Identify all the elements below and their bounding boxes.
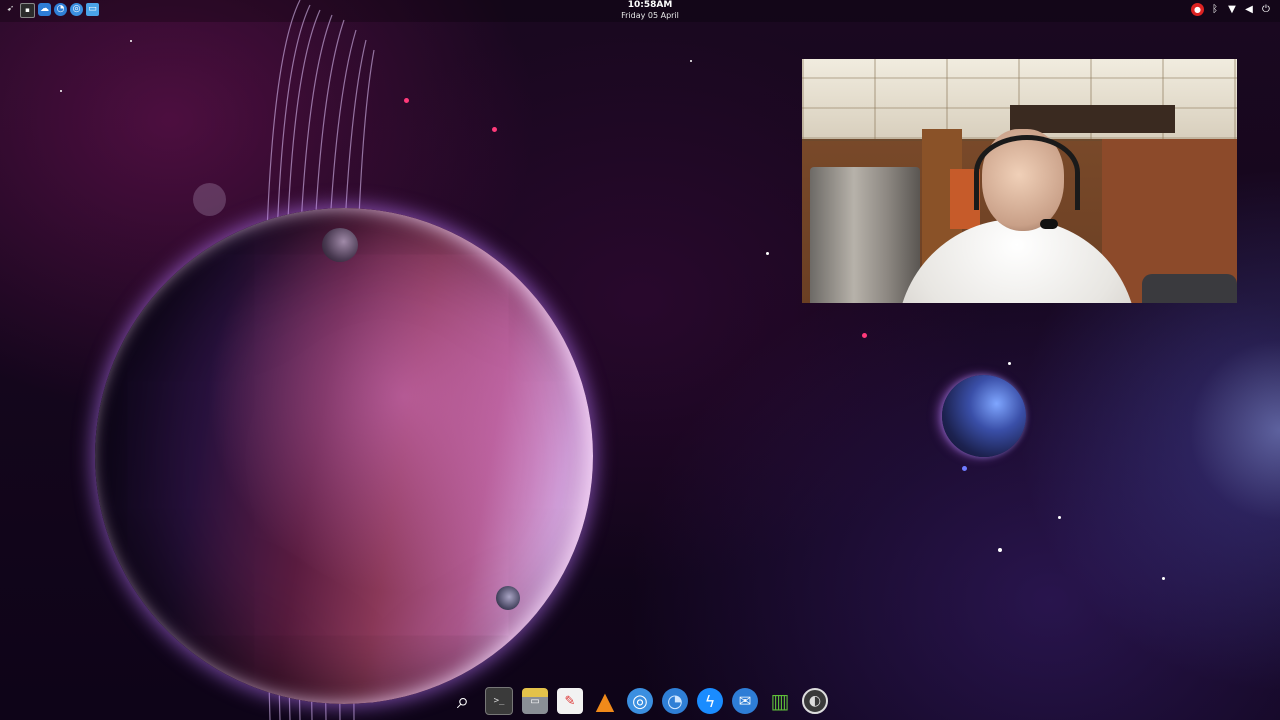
clock-date: Friday 05 April — [621, 11, 679, 20]
star — [60, 90, 62, 92]
blue-planet — [942, 375, 1026, 457]
star — [766, 252, 769, 255]
star — [404, 98, 409, 103]
window-icon[interactable]: ▭ — [86, 3, 99, 16]
wallpaper-orb — [193, 183, 226, 216]
top-panel: ➹ ▪ ☁ ◔ ◎ ▭ 10:58AM Friday 05 April ● ᛒ … — [0, 0, 1280, 22]
cloud-icon[interactable]: ☁ — [38, 3, 51, 16]
terminal-icon[interactable]: >_ — [485, 687, 513, 715]
star — [962, 466, 967, 471]
clock-time: 10:58AM — [627, 0, 673, 10]
headset-icon — [974, 135, 1080, 210]
panel-clock[interactable]: 10:58AM Friday 05 April — [600, 0, 700, 21]
microphone-icon — [1040, 219, 1058, 229]
system-tray: ● ᛒ ▼ ◀ ⏻ — [1191, 3, 1272, 16]
webcam-fridge — [810, 167, 920, 303]
star — [1008, 362, 1011, 365]
text-editor-icon[interactable]: ✎ — [557, 688, 583, 714]
star — [130, 40, 132, 42]
file-manager-icon[interactable]: ▭ — [522, 688, 548, 714]
star — [690, 60, 692, 62]
quick-launcher: ➹ ▪ ☁ ◔ ◎ ▭ — [4, 3, 99, 18]
star — [492, 127, 497, 132]
firefox-icon[interactable]: ◔ — [54, 3, 67, 16]
chromium-icon[interactable]: ◎ — [70, 3, 83, 16]
chromium-icon[interactable]: ◎ — [627, 688, 653, 714]
bluetooth-icon[interactable]: ᛒ — [1209, 3, 1221, 16]
firefox-icon[interactable]: ◔ — [662, 688, 688, 714]
gas-giant-planet — [95, 208, 593, 704]
star — [1162, 577, 1165, 580]
volume-icon[interactable]: ◀ — [1243, 3, 1255, 16]
terminal-icon[interactable]: ▪ — [20, 3, 35, 18]
obs-icon[interactable]: ◐ — [802, 688, 828, 714]
webcam-overlay[interactable] — [802, 59, 1237, 303]
vlc-icon[interactable]: ▲ — [592, 687, 618, 715]
rocket-icon[interactable]: ➹ — [4, 3, 17, 16]
webcam-chair — [1142, 274, 1237, 303]
small-moon — [322, 228, 358, 262]
search-icon[interactable]: ⌕ — [450, 688, 476, 714]
wifi-icon[interactable]: ▼ — [1226, 3, 1238, 16]
star — [862, 333, 867, 338]
star — [1058, 516, 1061, 519]
mail-icon[interactable]: ✉ — [732, 688, 758, 714]
small-moon — [496, 586, 520, 610]
messenger-icon[interactable]: ϟ — [697, 688, 723, 714]
star — [998, 548, 1002, 552]
trash-icon[interactable]: ▥ — [767, 688, 793, 714]
dock: ⌕ >_ ▭ ✎ ▲ ◎ ◔ ϟ ✉ ▥ ◐ — [450, 686, 828, 716]
recording-icon[interactable]: ● — [1191, 3, 1204, 16]
power-icon[interactable]: ⏻ — [1260, 3, 1272, 16]
